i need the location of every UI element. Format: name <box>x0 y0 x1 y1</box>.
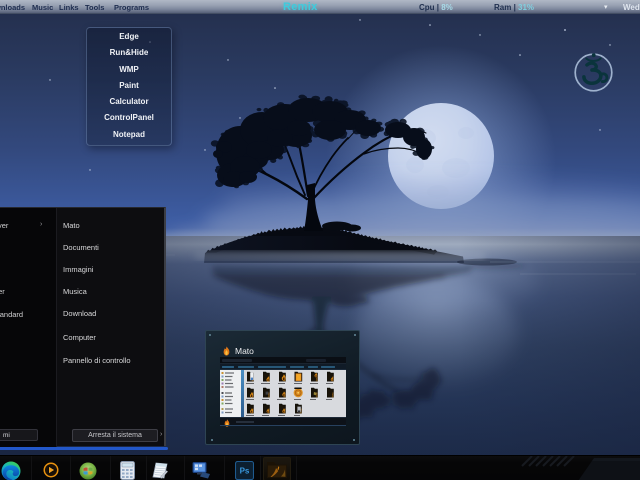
svg-text:Ps: Ps <box>240 467 250 476</box>
